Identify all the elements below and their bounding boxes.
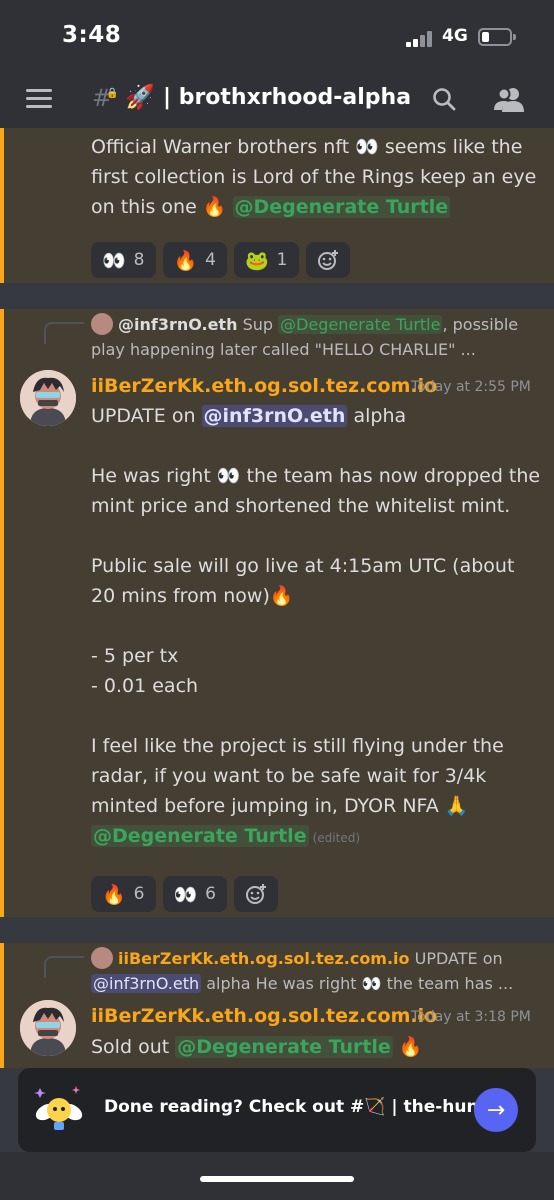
reaction-fire[interactable]: 🔥 6 [91,876,156,912]
channel-name[interactable]: | brothxrhood-alpha [163,85,411,110]
reply-connector [44,322,84,344]
username[interactable]: iiBerZerKk.eth.og.sol.tez.com.io [91,375,437,397]
go-to-channel-button[interactable]: → [474,1088,518,1132]
message-feed[interactable]: Official Warner brothers nft 👀 seems lik… [0,128,554,1068]
reply-preview[interactable]: @inf3rnO.eth Sup @Degenerate Turtle, pos… [91,313,541,336]
search-icon[interactable] [432,87,456,111]
add-reaction-icon [246,884,266,904]
reactions: 👀 8 🔥 4 🐸 1 [91,242,350,278]
signal-icon [406,31,436,47]
status-bar: 3:48 4G [0,0,554,72]
reaction-eyes[interactable]: 👀 8 [91,242,156,278]
add-reaction-button[interactable] [234,876,278,912]
message-divider [0,283,554,309]
user-mention[interactable]: @inf3rnO.eth [201,405,348,427]
channel-header: # 🔒 🚀 | brothxrhood-alpha [0,72,554,128]
banner-text: Done reading? Check out #🏹 | the-hunt. [104,1097,494,1117]
reaction-pepe[interactable]: 🐸 1 [234,242,299,278]
network-type: 4G [442,26,468,46]
timestamp: Today at 2:55 PM [411,379,531,395]
message-divider [0,917,554,943]
avatar[interactable] [20,370,76,426]
reply-preview-line2: play happening later called "HELLO CHARL… [91,340,476,359]
user-mention[interactable]: @Degenerate Turtle [91,825,309,847]
user-mention[interactable]: @Degenerate Turtle [175,1036,393,1058]
message-text: UPDATE on @inf3rnO.eth alpha He was righ… [91,405,541,847]
add-reaction-button[interactable] [305,242,350,278]
rocket-emoji: 🚀 [125,83,155,111]
menu-icon[interactable] [26,89,52,109]
members-icon[interactable] [494,86,524,112]
reactions: 🔥 6 👀 6 [91,876,278,912]
reply-preview-line2: @inf3rnO.eth alpha He was right 👀 the te… [91,974,514,993]
message-text: Official Warner brothers nft 👀 seems lik… [91,136,537,218]
reply-preview[interactable]: iiBerZerKk.eth.og.sol.tez.com.io UPDATE … [91,947,541,970]
reply-avatar [91,313,113,335]
battery-icon [478,28,516,46]
avatar[interactable] [20,1000,76,1056]
bulb-mascot-icon [34,1086,83,1130]
reaction-fire[interactable]: 🔥 4 [162,242,227,278]
user-mention[interactable]: @Degenerate Turtle [232,196,451,218]
channel-suggestion-banner[interactable]: Done reading? Check out #🏹 | the-hunt. → [18,1068,536,1152]
reaction-eyes[interactable]: 👀 6 [162,876,227,912]
message-text: Sold out @Degenerate Turtle 🔥 [91,1036,423,1058]
username[interactable]: iiBerZerKk.eth.og.sol.tez.com.io [91,1005,437,1027]
add-reaction-icon [317,250,338,270]
reply-connector [44,956,84,978]
reply-avatar [91,947,113,969]
timestamp: Today at 3:18 PM [411,1009,531,1025]
lock-icon: 🔒 [106,88,119,99]
clock: 3:48 [62,22,122,48]
edited-label: (edited) [312,831,360,845]
home-indicator[interactable] [200,1176,354,1182]
